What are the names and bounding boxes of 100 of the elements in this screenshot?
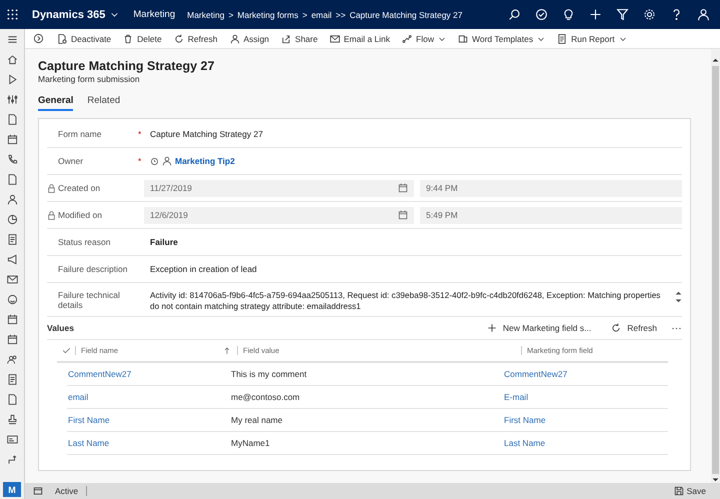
search-icon[interactable]	[508, 8, 521, 21]
field-label: Form name	[58, 129, 102, 139]
table-cell-text: me@contoso.com	[230, 392, 301, 402]
smiley-icon[interactable]	[6, 294, 18, 304]
table-link[interactable]: First Name	[67, 415, 230, 425]
calendar-icon	[398, 210, 408, 220]
save-icon	[674, 486, 684, 496]
menu-icon[interactable]	[6, 34, 18, 44]
command-button[interactable]: Refresh	[168, 29, 223, 48]
record-status: Active	[55, 486, 88, 496]
field-label: Owner	[58, 156, 84, 166]
route-icon[interactable]	[6, 454, 18, 464]
megaphone-icon[interactable]	[6, 254, 18, 264]
document-icon[interactable]	[6, 114, 18, 124]
home-icon[interactable]	[6, 54, 18, 64]
save-button[interactable]: Save	[668, 485, 712, 497]
report-icon[interactable]	[6, 234, 18, 244]
refresh-icon	[611, 323, 622, 333]
chevron-circle-icon[interactable]	[33, 33, 44, 44]
command-button[interactable]: Assign	[224, 29, 274, 48]
sliders-icon[interactable]	[6, 94, 18, 104]
scroll-up-icon	[675, 290, 682, 297]
command-button[interactable]: Word Templates	[452, 29, 550, 48]
field-label: Failure technical details	[58, 290, 121, 310]
date-field[interactable]: 11/27/2019	[144, 180, 414, 196]
document-icon	[458, 34, 468, 44]
calendar-icon[interactable]	[6, 134, 18, 144]
scrollbar[interactable]	[711, 49, 720, 483]
report-icon[interactable]	[6, 374, 18, 384]
check-circle-icon[interactable]	[535, 8, 548, 21]
grid-action[interactable]: Refresh	[605, 322, 663, 334]
area-switcher-avatar[interactable]: M	[3, 482, 21, 497]
person-icon[interactable]	[6, 194, 18, 204]
calendar-icon	[398, 183, 408, 193]
people-icon[interactable]	[6, 354, 18, 364]
stamp-icon[interactable]	[6, 414, 18, 424]
table-link[interactable]: Last Name	[67, 438, 230, 448]
pie-chart-icon[interactable]	[6, 214, 18, 224]
command-button[interactable]: Email a Link	[324, 29, 396, 48]
field-label: Created on	[58, 183, 102, 193]
breadcrumb-separator: >	[228, 10, 234, 20]
time-field[interactable]: 9:44 PM	[420, 180, 682, 196]
report-icon	[557, 34, 568, 44]
field-label: Failure description	[58, 264, 128, 274]
breadcrumb-link[interactable]: email	[311, 10, 332, 20]
plus-icon[interactable]	[589, 8, 602, 21]
required-mark: *	[138, 156, 142, 166]
command-button[interactable]: Share	[276, 29, 323, 48]
command-button[interactable]: Run Report	[552, 29, 632, 48]
refresh-icon	[174, 34, 184, 44]
table-cell-text: MyName1	[230, 438, 271, 448]
filter-icon[interactable]	[616, 8, 629, 21]
breadcrumb-separator: >>	[336, 10, 346, 20]
owner-link[interactable]: Marketing Tip2	[175, 156, 235, 166]
person-icon[interactable]	[697, 8, 710, 21]
field-value[interactable]: Failure	[150, 237, 178, 247]
select-all-check-icon[interactable]	[62, 346, 71, 355]
field-value[interactable]: Capture Matching Strategy 27	[150, 129, 263, 139]
area-name[interactable]: Marketing	[133, 9, 188, 20]
table-link[interactable]: Last Name	[503, 438, 668, 448]
time-field[interactable]: 5:49 PM	[420, 206, 682, 224]
tab[interactable]: General	[38, 95, 74, 111]
text-area[interactable]: Activity id: 814706a5-f9b6-4fc5-a759-694aa2505113, Request id: c39eba98-3512-40f2-b9fc-c4db20fd6248, Exception: Matching properties do not contain matching strategy attribute: emailaddress1	[150, 290, 671, 312]
app-launcher-icon[interactable]	[6, 9, 18, 20]
scroll-down-icon	[675, 297, 682, 304]
date-field[interactable]: 12/6/2019	[144, 206, 414, 224]
document-block-icon	[57, 34, 67, 44]
mail-icon[interactable]	[6, 274, 18, 284]
command-button[interactable]: Flow	[397, 29, 451, 48]
command-button[interactable]: Deactivate	[52, 29, 116, 48]
section-title: Values	[47, 323, 74, 333]
person-icon	[230, 34, 240, 44]
record-subtitle: Marketing form submission	[38, 74, 141, 84]
tab[interactable]: Related	[87, 95, 120, 111]
grid-action[interactable]: New Marketing field s...	[480, 322, 598, 334]
flow-icon	[402, 34, 412, 44]
share-icon	[281, 34, 292, 44]
calendar-icon[interactable]	[6, 314, 18, 324]
breadcrumb-separator: >	[302, 10, 308, 20]
table-link[interactable]: First Name	[503, 415, 668, 425]
table-link[interactable]: CommentNew27	[503, 369, 668, 379]
table-link[interactable]: CommentNew27	[67, 369, 230, 379]
breadcrumb-link[interactable]: Capture Matching Strategy 27	[350, 10, 462, 20]
table-link[interactable]: E-mail	[503, 392, 668, 402]
breadcrumb-link[interactable]: Marketing forms	[237, 10, 298, 20]
breadcrumb-link[interactable]: Marketing	[187, 10, 224, 20]
settings-icon[interactable]	[643, 8, 656, 21]
field-label: Status reason	[58, 237, 112, 247]
table-link[interactable]: email	[67, 392, 230, 402]
document-icon[interactable]	[6, 174, 18, 184]
app-title[interactable]: Dynamics 365	[32, 8, 106, 20]
lightbulb-icon[interactable]	[562, 8, 575, 21]
play-icon[interactable]	[6, 74, 18, 84]
command-button[interactable]: Delete	[118, 29, 167, 48]
document-icon[interactable]	[6, 394, 18, 404]
phone-icon[interactable]	[6, 154, 18, 164]
calendar-icon[interactable]	[6, 334, 18, 344]
field-value[interactable]: Exception in creation of lead	[150, 264, 257, 274]
card-icon[interactable]	[6, 434, 18, 444]
trash-icon	[123, 34, 134, 44]
